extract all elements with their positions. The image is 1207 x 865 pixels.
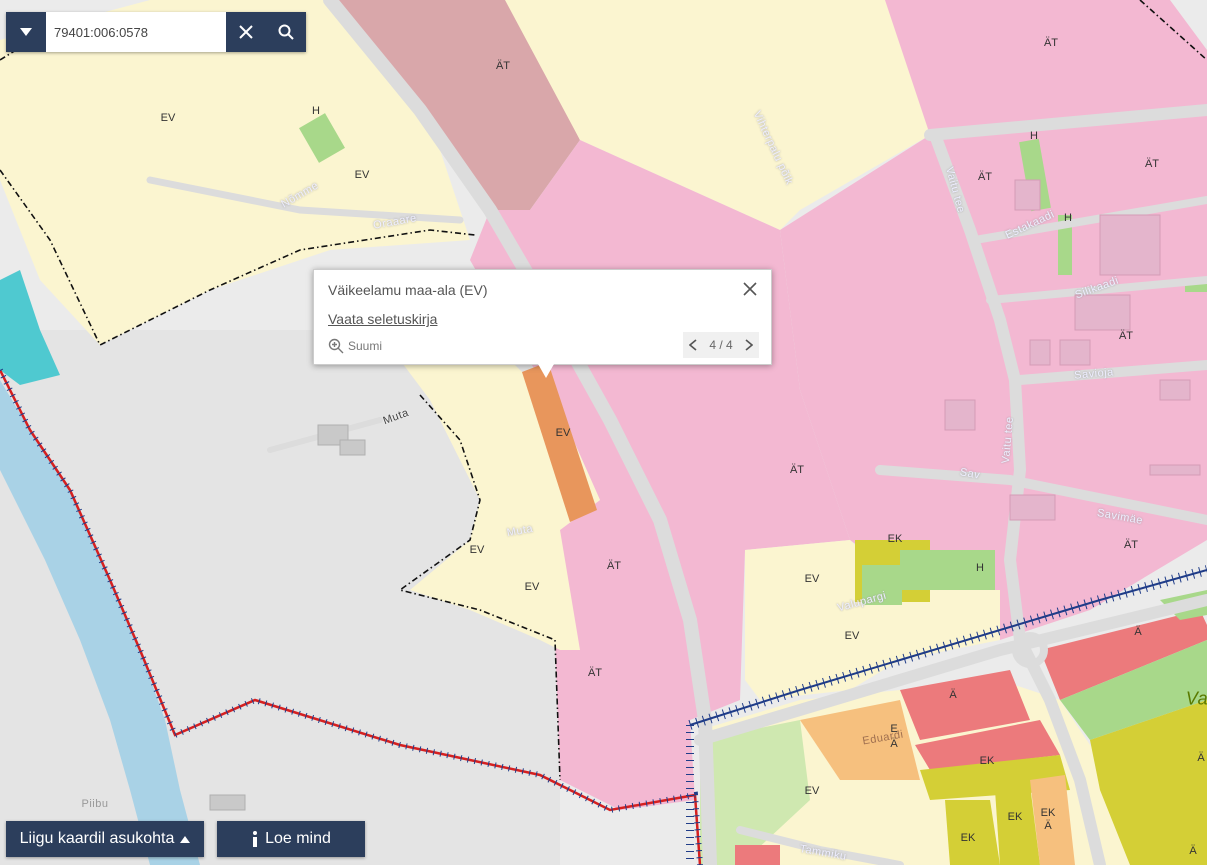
map-canvas[interactable] [0,0,1207,865]
zoom-label: Suumi [348,339,383,353]
feature-popup: Väikeelamu maa-ala (EV) Vaata seletuskir… [313,269,772,378]
street-label: Piibu [81,798,109,810]
popup-pager: 4 / 4 [683,332,759,358]
triangle-down-icon [20,28,32,36]
zone-label: ÄT [1043,37,1059,49]
zone-label: EK [960,832,976,844]
zone-label: Ä [1189,845,1197,857]
search-input[interactable] [46,12,226,52]
zone-label: ÄT [789,464,805,476]
move-to-location-button[interactable]: Liigu kaardil asukohta [6,821,204,857]
zoom-in-icon [328,338,344,354]
street-label: Va [1185,688,1207,709]
zone-label: ÄT [587,667,603,679]
zone-label: H [312,105,320,117]
zone-label: H [976,562,984,574]
zone-label: EK [1040,807,1056,819]
zone-label: Ä [1044,820,1052,832]
zone-label: ÄT [1118,330,1134,342]
zone-label: ÄT [977,171,993,183]
zone-label: EK [887,533,903,545]
close-icon[interactable] [741,280,759,298]
readme-label: Loe mind [265,830,331,847]
search-button[interactable] [266,12,306,52]
zone-label: H [1064,212,1072,224]
zone-label: EV [160,112,176,124]
clear-search-button[interactable] [226,12,266,52]
zone-label: EV [804,573,820,585]
popup-pointer [538,364,554,378]
zone-label: H [1030,130,1038,142]
readme-button[interactable]: Loe mind [217,821,365,857]
zone-red-3 [735,845,780,865]
pager-count: 4 / 4 [709,338,733,352]
zone-label: EV [804,785,820,797]
popup-title: Väikeelamu maa-ala (EV) [328,282,488,298]
zone-label: ÄT [495,60,511,72]
close-icon [239,25,253,39]
search-icon [278,24,294,40]
zone-label: Ä [1134,626,1142,638]
zone-label: EV [555,427,571,439]
zone-label: EV [354,169,370,181]
zone-label: EK [979,755,995,767]
zone-label: EV [469,544,485,556]
zone-label: ÄT [1123,539,1139,551]
zoom-link[interactable]: Suumi [328,338,382,354]
chevron-left-icon[interactable] [689,339,697,351]
caret-up-icon [180,835,191,843]
zone-label: Ä [1197,752,1205,764]
zone-label: EK [1007,811,1023,823]
move-to-location-label: Liigu kaardil asukohta [19,830,175,847]
zone-label: ÄT [606,560,622,572]
info-icon [253,831,258,847]
zone-label: EV [844,630,860,642]
explanatory-note-link[interactable]: Vaata seletuskirja [328,311,437,327]
zone-label: EV [524,581,540,593]
chevron-right-icon[interactable] [745,339,753,351]
layers-dropdown-button[interactable] [6,12,46,52]
zone-label: ÄT [1144,158,1160,170]
zone-label: Ä [949,689,957,701]
search-toolbar [6,12,306,52]
